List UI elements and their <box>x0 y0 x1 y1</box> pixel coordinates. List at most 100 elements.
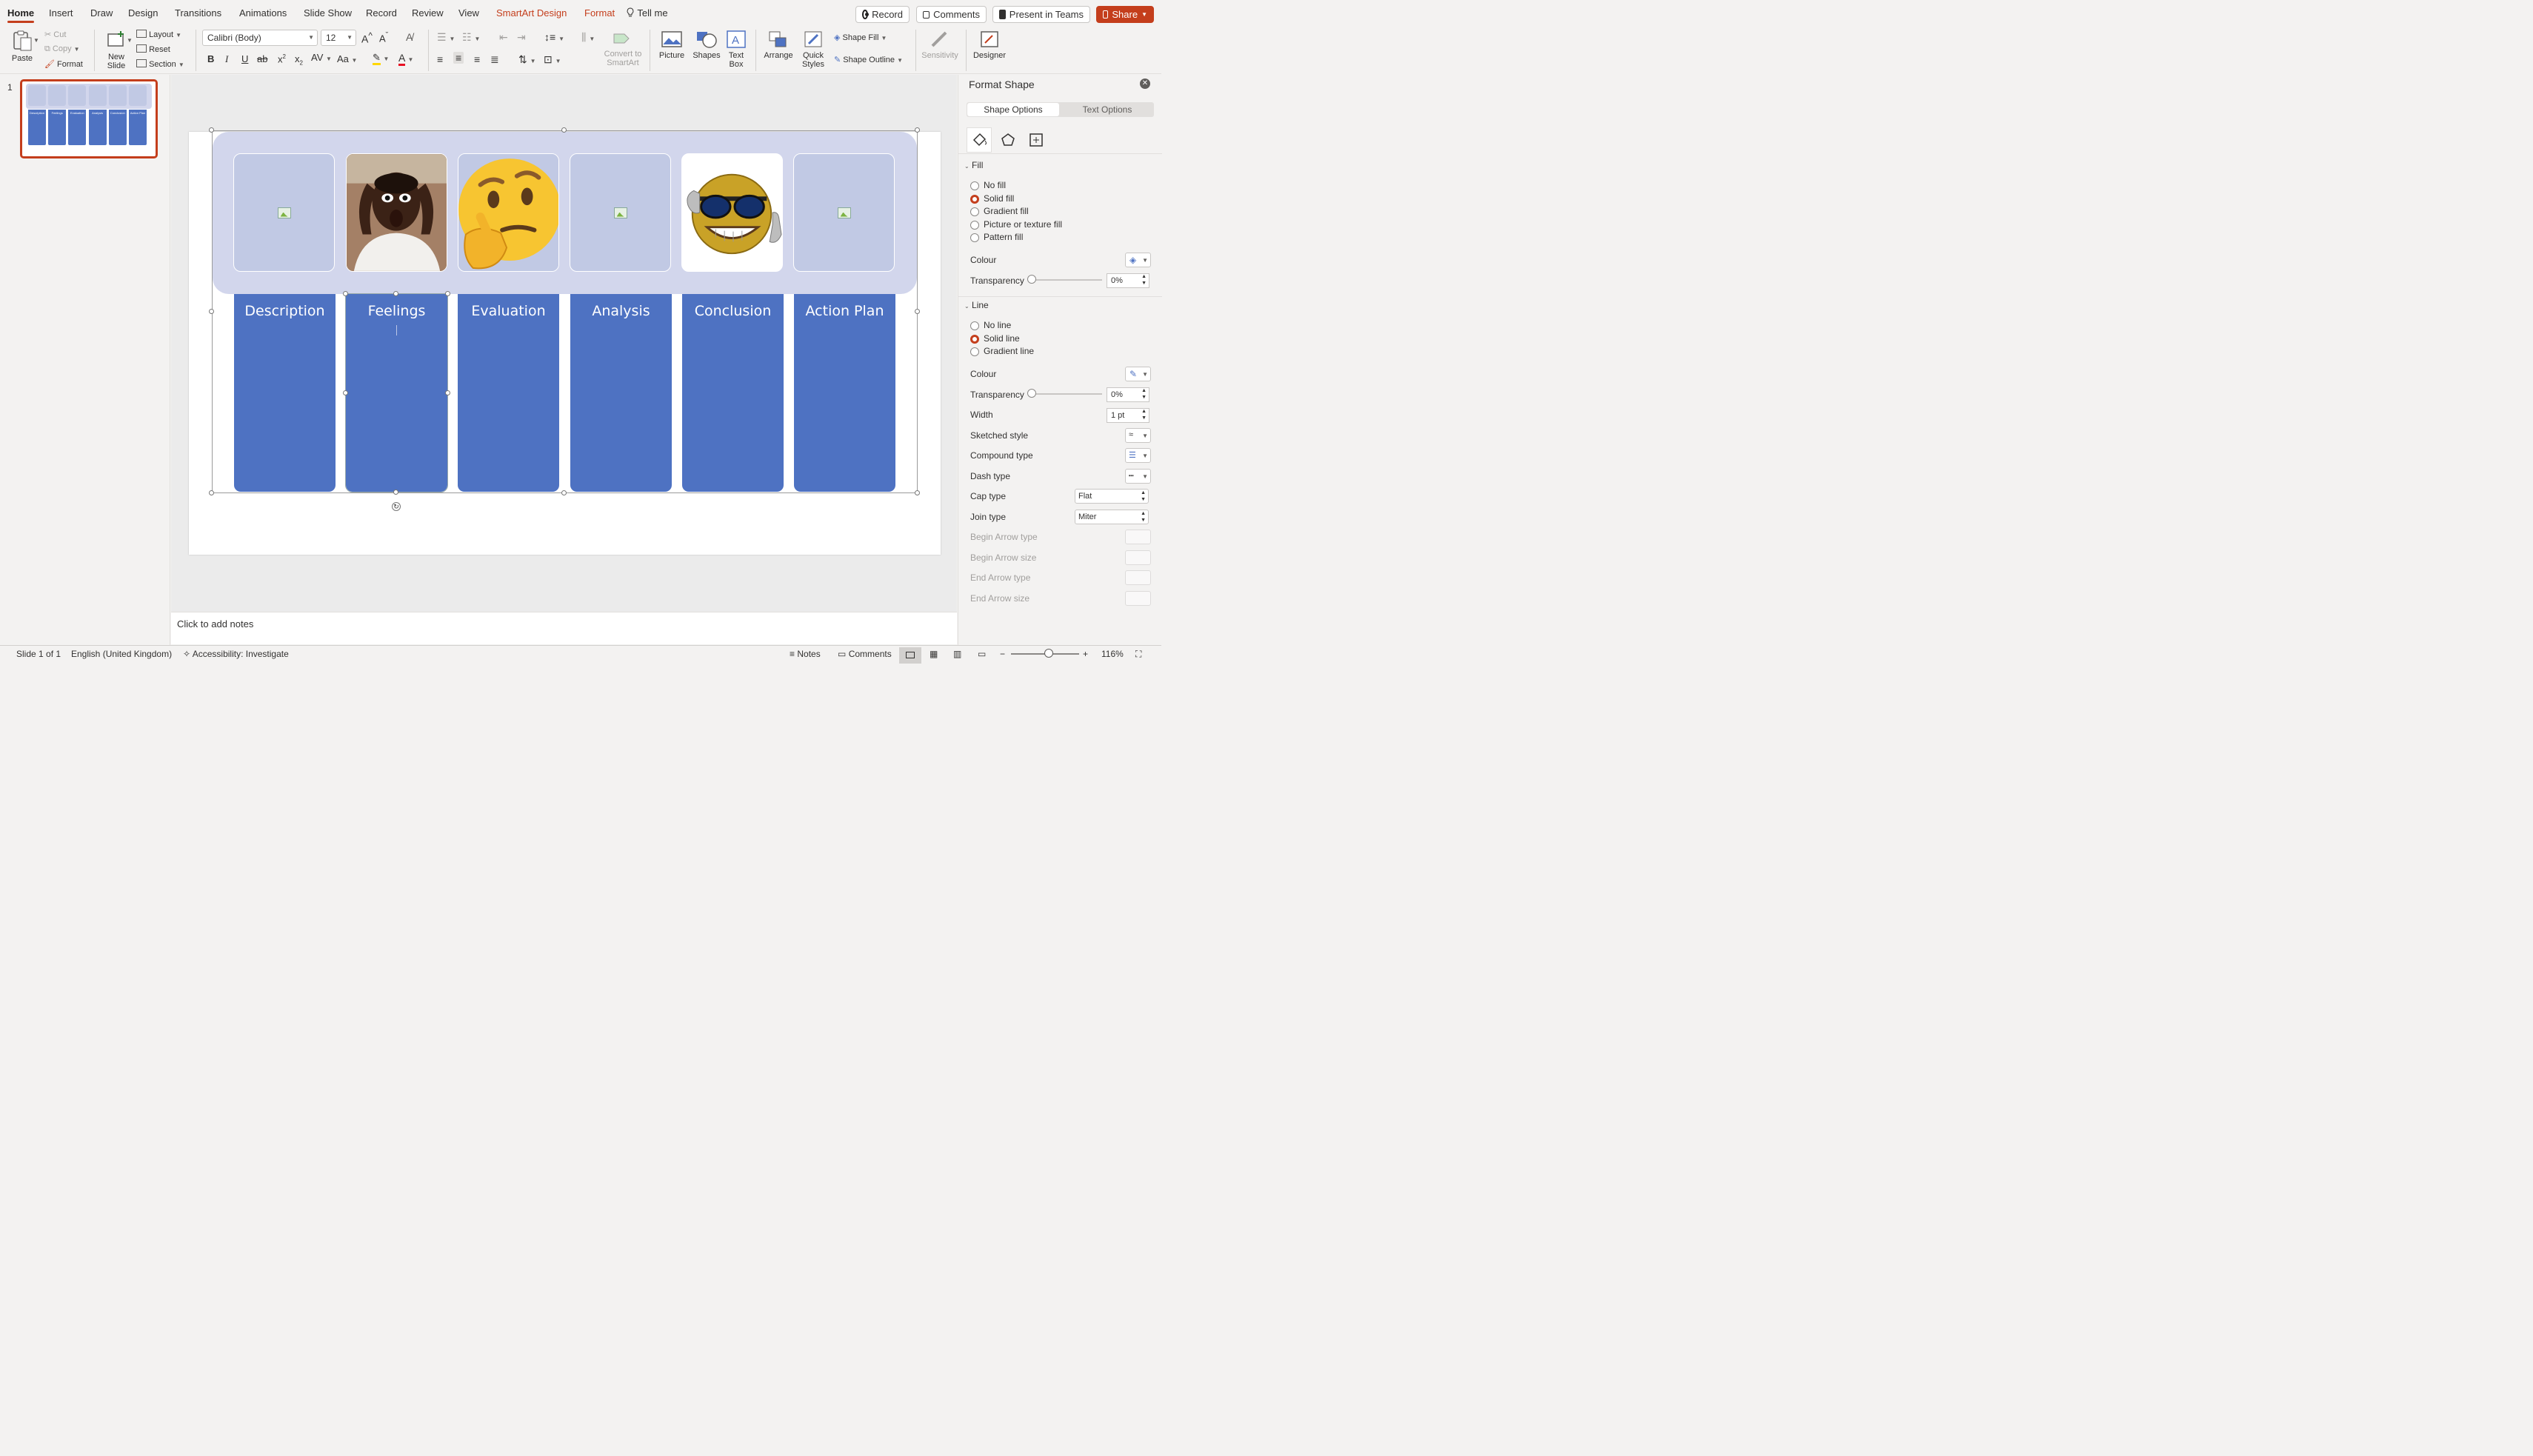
justify-icon[interactable]: ≣ <box>490 53 499 66</box>
tab-design[interactable]: Design <box>128 7 158 19</box>
fill-transparency-input[interactable]: 0% ▲ ▼ <box>1107 273 1149 288</box>
end-arrow-type-dropdown[interactable] <box>1125 570 1151 585</box>
comments-toggle[interactable]: ▭ Comments <box>838 649 892 659</box>
slide-thumbnail[interactable]: Description Feelings Evaluation Analysis Con… <box>20 79 158 158</box>
shocked-face-picture[interactable] <box>346 153 447 272</box>
resize-handle[interactable] <box>561 490 567 495</box>
fill-section-toggle[interactable]: ⌄ Fill <box>964 160 983 170</box>
tab-format[interactable]: Format <box>584 7 615 19</box>
close-icon[interactable]: ✕ <box>1140 79 1150 89</box>
picture-placeholder-6[interactable] <box>793 153 895 272</box>
resize-handle[interactable] <box>915 490 920 495</box>
paste-chevron-icon[interactable]: ▼ <box>33 37 39 44</box>
shape-outline-button[interactable]: ✎ Shape Outline ▼ <box>834 55 903 64</box>
tab-record[interactable]: Record <box>366 7 397 19</box>
strikethrough-icon[interactable]: ab <box>257 53 267 64</box>
sketched-style-dropdown[interactable]: ≈ ▼ <box>1125 428 1151 443</box>
zoom-slider-knob[interactable] <box>1044 649 1053 658</box>
line-option-label[interactable]: No line <box>984 320 1011 330</box>
smartart-box-evaluation[interactable]: Evaluation <box>458 294 559 492</box>
decrease-indent-icon[interactable]: ⇤ <box>499 31 508 44</box>
fill-option-label[interactable]: Pattern fill <box>984 232 1023 242</box>
slide-sorter-icon[interactable]: ▦ <box>930 649 938 659</box>
font-size-select[interactable]: 12 ▼ <box>321 30 356 46</box>
tell-me[interactable]: Tell me <box>626 7 668 19</box>
tab-draw[interactable]: Draw <box>90 7 113 19</box>
new-slide-button[interactable]: New Slide <box>101 30 132 70</box>
tab-transitions[interactable]: Transitions <box>175 7 221 19</box>
join-type-select[interactable]: Miter ▲ ▼ <box>1075 510 1149 524</box>
shapes-button[interactable]: Shapes <box>692 30 721 60</box>
text-direction-icon[interactable]: ⇅ ▼ <box>518 53 536 66</box>
picture-placeholder-1[interactable] <box>233 153 335 272</box>
pentagon-effects-icon[interactable] <box>1000 132 1016 148</box>
fill-transparency-knob[interactable] <box>1027 275 1036 284</box>
tab-review[interactable]: Review <box>412 7 444 19</box>
cap-type-select[interactable]: Flat ▲ ▼ <box>1075 489 1149 504</box>
font-name-select[interactable]: Calibri (Body) ▼ <box>202 30 318 46</box>
italic-icon[interactable]: I <box>225 53 228 65</box>
numbering-icon[interactable]: ☷ ▼ <box>462 31 480 44</box>
thinking-face-picture[interactable] <box>458 153 559 272</box>
increase-indent-icon[interactable]: ⇥ <box>517 31 526 44</box>
subscript-icon[interactable]: x2 <box>295 53 303 67</box>
line-radio[interactable] <box>970 334 979 344</box>
smartart-box-conclusion[interactable]: Conclusion <box>682 294 784 492</box>
tab-shape-options[interactable]: Shape Options <box>967 103 1059 116</box>
reset-button[interactable]: Reset <box>136 44 170 54</box>
tab-home[interactable]: Home <box>7 7 35 23</box>
fill-radio[interactable] <box>970 233 979 242</box>
arrange-button[interactable]: Arrange <box>763 30 794 60</box>
line-spacing-icon[interactable]: ↕≡ ▼ <box>544 31 564 43</box>
copy-button[interactable]: ⧉ Copy ▼ <box>44 44 80 54</box>
line-radio[interactable] <box>970 321 979 330</box>
line-section-toggle[interactable]: ⌄ Line <box>964 300 989 310</box>
cut-button[interactable]: ✂ Cut <box>44 30 66 39</box>
fill-option-label[interactable]: Solid fill <box>984 193 1014 204</box>
slide-show-icon[interactable]: ▭ <box>978 649 986 659</box>
picture-placeholder-4[interactable] <box>570 153 671 272</box>
highlight-icon[interactable]: ✎ ▼ <box>373 52 389 65</box>
resize-handle[interactable] <box>209 490 214 495</box>
zoom-in-icon[interactable]: + <box>1083 649 1088 659</box>
quick-styles-button[interactable]: Quick Styles <box>798 30 828 69</box>
rotate-handle-icon[interactable]: ↻ <box>392 502 401 511</box>
clear-formatting-icon[interactable]: A̸ <box>406 31 413 43</box>
size-properties-icon[interactable] <box>1028 132 1044 148</box>
smartart-box-description[interactable]: Description <box>234 294 336 492</box>
resize-handle[interactable] <box>561 127 567 133</box>
picture-button[interactable]: Picture <box>656 30 687 60</box>
shape-resize-handle[interactable] <box>343 390 348 395</box>
shape-resize-handle[interactable] <box>445 291 450 296</box>
underline-icon[interactable]: U <box>241 53 248 64</box>
reading-view-icon[interactable]: ▥ <box>953 649 961 659</box>
comments-button[interactable]: Comments <box>916 6 987 23</box>
align-center-icon[interactable]: ≡ <box>453 52 464 64</box>
fill-colour-picker[interactable]: ◈ ▼ <box>1125 253 1151 267</box>
shape-resize-handle[interactable] <box>393 291 398 296</box>
zoom-level[interactable]: 116% <box>1101 649 1124 659</box>
text-box-button[interactable]: A Text Box <box>724 30 748 69</box>
notes-pane[interactable]: Click to add notes <box>171 612 957 644</box>
tab-view[interactable]: View <box>458 7 479 19</box>
tab-slide-show[interactable]: Slide Show <box>304 7 352 19</box>
shape-resize-handle[interactable] <box>445 390 450 395</box>
fill-option-label[interactable]: No fill <box>984 180 1006 190</box>
tab-insert[interactable]: Insert <box>49 7 73 19</box>
line-radio[interactable] <box>970 347 979 356</box>
resize-handle[interactable] <box>209 127 214 133</box>
sunglasses-face-picture[interactable] <box>681 153 783 272</box>
layout-button[interactable]: Layout ▼ <box>136 30 181 39</box>
fill-transparency-slider[interactable] <box>1031 279 1102 281</box>
normal-view-button[interactable] <box>899 647 921 664</box>
resize-handle[interactable] <box>209 309 214 314</box>
zoom-out-icon[interactable]: − <box>1000 649 1005 659</box>
fill-line-tab[interactable] <box>967 127 992 153</box>
columns-icon[interactable]: ⫼ ▼ <box>581 31 595 44</box>
increase-font-icon[interactable]: A^ <box>361 31 373 45</box>
section-button[interactable]: Section ▼ <box>136 59 184 69</box>
fill-radio[interactable] <box>970 181 979 190</box>
format-painter-button[interactable]: 🖌 Format <box>44 59 83 69</box>
line-transparency-input[interactable]: 0% ▲ ▼ <box>1107 387 1149 402</box>
fill-option-label[interactable]: Gradient fill <box>984 206 1029 216</box>
